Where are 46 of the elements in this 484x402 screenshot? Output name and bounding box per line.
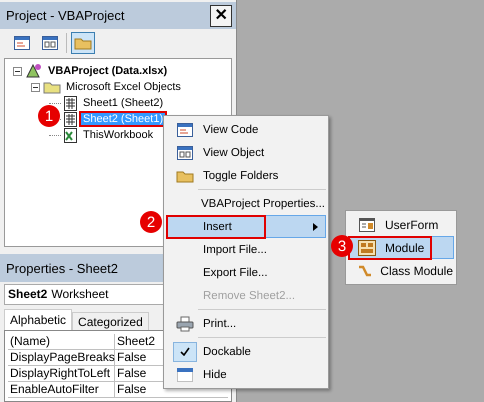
menu-item[interactable]: Import File... (166, 238, 326, 261)
tree-item[interactable]: ThisWorkbook (81, 129, 156, 142)
form-window-icon (177, 146, 193, 160)
collapse-toggle[interactable] (13, 66, 22, 76)
folder-icon (74, 36, 92, 50)
tab[interactable]: Alphabetic (4, 309, 72, 330)
property-name: DisplayRightToLeft (8, 366, 115, 381)
menu-item[interactable]: Hide (166, 363, 326, 386)
tab[interactable]: Categorized (72, 312, 149, 330)
menu-item[interactable]: Insert (166, 215, 326, 238)
property-name: DisplayPageBreaks (8, 350, 115, 365)
checkmark-icon (180, 347, 190, 356)
collapse-toggle[interactable] (31, 82, 40, 92)
menu-item[interactable]: Module (348, 236, 454, 259)
workbook-icon (64, 128, 78, 143)
code-window-icon (177, 122, 193, 136)
toggle-folders-button[interactable] (71, 32, 95, 54)
menu-item[interactable]: View Code (166, 118, 326, 141)
menu-item[interactable]: Class Module (348, 259, 454, 282)
menu-item[interactable]: Export File... (166, 261, 326, 284)
worksheet-icon (64, 96, 78, 111)
printer-icon (176, 316, 194, 332)
worksheet-icon (64, 112, 78, 127)
property-name: EnableAutoFilter (8, 382, 115, 397)
folder-icon (176, 168, 194, 182)
folder-icon (43, 80, 61, 94)
property-name: (Name) (8, 334, 115, 349)
tree-item[interactable]: VBAProject (Data.xlsx) (46, 65, 170, 78)
code-window-icon (14, 36, 30, 50)
menu-item[interactable]: Dockable (166, 340, 326, 363)
project-icon (25, 63, 43, 80)
form-icon (359, 218, 375, 232)
module-icon (358, 240, 376, 256)
form-window-icon (42, 36, 58, 50)
menu-item[interactable]: UserForm (348, 213, 454, 236)
menu-item[interactable]: Toggle Folders (166, 164, 326, 187)
close-button[interactable]: ✕ (210, 4, 232, 27)
tree-item[interactable]: Microsoft Excel Objects (64, 81, 183, 94)
window-icon (177, 368, 193, 382)
menu-item[interactable]: View Object (166, 141, 326, 164)
pane-title: Properties - Sheet2 (6, 260, 118, 276)
tree-item[interactable]: Sheet1 (Sheet2) (81, 97, 166, 110)
pane-title: Project - VBAProject (6, 8, 124, 24)
menu-item[interactable]: Print... (166, 312, 326, 335)
submenu-arrow-icon (313, 222, 319, 230)
menu-item[interactable]: VBAProject Properties... (166, 192, 326, 215)
